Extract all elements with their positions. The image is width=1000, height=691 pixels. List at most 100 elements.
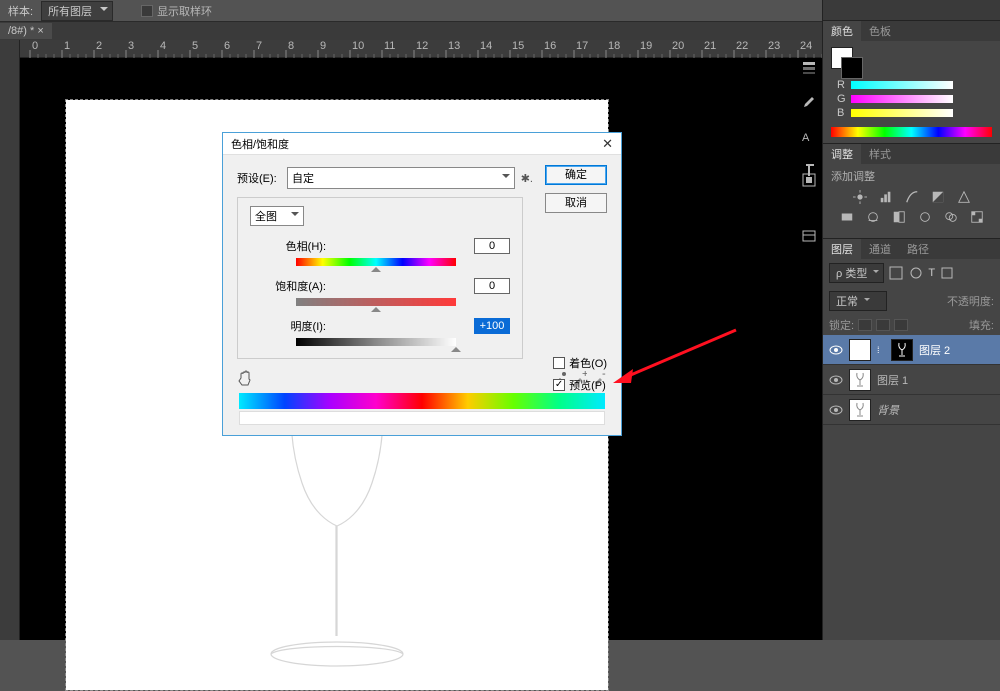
svg-text:13: 13 [448,40,460,52]
scrubby-hand-icon[interactable] [237,369,255,387]
curves-icon[interactable] [904,190,920,204]
tab-layers[interactable]: 图层 [823,239,861,259]
tab-swatches[interactable]: 色板 [861,21,899,41]
spectrum-out [239,411,605,425]
brush-icon[interactable] [801,94,817,110]
lightness-slider[interactable] [296,338,456,346]
adjustments-panel: 调整 样式 添加调整 [823,143,1000,238]
annotation-arrow [611,325,741,385]
visibility-icon[interactable] [829,403,843,417]
color-ramp[interactable] [831,127,992,137]
blend-mode-dropdown[interactable]: 正常 [829,291,887,311]
fg-bg-swatch[interactable] [831,47,863,79]
tab-channels[interactable]: 通道 [861,239,899,259]
layer-name: 图层 2 [919,342,950,358]
info-icon[interactable] [801,228,817,244]
preview-checkbox[interactable]: ✓ [553,379,565,391]
svg-text:16: 16 [544,40,556,52]
svg-text:23: 23 [768,40,780,52]
show-sample-ring-checkbox[interactable] [141,5,153,17]
collapsed-dock-mid-a [796,172,822,188]
ruler-vertical [0,40,20,640]
layer-row[interactable]: ⁞ 图层 2 [823,335,1000,365]
photo-filter-icon[interactable] [917,210,933,224]
type-icon[interactable]: A [801,128,817,144]
document-tab[interactable]: /8#) * × [0,23,52,39]
layer-row[interactable]: 图层 1 [823,365,1000,395]
filter-shape-icon[interactable] [939,266,955,280]
tab-adjustments[interactable]: 调整 [823,144,861,164]
gear-icon[interactable]: ✱. [521,172,533,185]
b-slider[interactable] [851,109,953,117]
svg-text:14: 14 [480,40,492,52]
ruler-horizontal: 0123456789101112131415161718192021222324 [20,40,822,58]
lock-all-icon[interactable] [894,319,908,331]
sample-label: 样本: [8,3,33,19]
svg-text:0: 0 [32,40,38,52]
lookup-icon[interactable] [969,210,985,224]
channel-mixer-icon[interactable] [943,210,959,224]
filter-image-icon[interactable] [888,266,904,280]
cancel-button[interactable]: 取消 [545,193,607,213]
levels-icon[interactable] [878,190,894,204]
vibrance-icon[interactable] [956,190,972,204]
saturation-slider[interactable] [296,298,456,306]
r-slider[interactable] [851,81,953,89]
collapsed-dock-mid-b [796,228,822,244]
svg-text:5: 5 [192,40,198,52]
mask-link-icon[interactable]: ⁞ [877,345,885,355]
adj-title: 添加调整 [831,168,992,184]
saturation-label: 饱和度(A): [250,278,336,294]
layer-filter-dropdown[interactable]: ρ 类型 [829,263,884,283]
preset-dropdown[interactable]: 自定 [287,167,515,189]
hue-slider[interactable] [296,258,456,266]
svg-text:4: 4 [160,40,166,52]
svg-text:19: 19 [640,40,652,52]
hue-label: 色相(H): [250,238,336,254]
visibility-icon[interactable] [829,373,843,387]
exposure-icon[interactable] [930,190,946,204]
brightness-icon[interactable] [852,190,868,204]
color-balance-icon[interactable] [865,210,881,224]
colorize-checkbox[interactable] [553,357,565,369]
tab-paths[interactable]: 路径 [899,239,937,259]
visibility-icon[interactable] [829,343,843,357]
tab-styles[interactable]: 样式 [861,144,899,164]
layer-row[interactable]: 背景 [823,395,1000,425]
saturation-input[interactable] [474,278,510,294]
lightness-input[interactable]: +100 [474,318,510,334]
lock-pixels-icon[interactable] [858,319,872,331]
hue-input[interactable] [474,238,510,254]
bw-icon[interactable] [891,210,907,224]
preview-label: 预览(P) [569,377,606,393]
tab-color[interactable]: 颜色 [823,21,861,41]
sample-layers-dropdown[interactable]: 所有图层 [41,1,113,21]
channel-dropdown[interactable]: 全图 [250,206,304,226]
properties-icon[interactable] [801,172,817,188]
svg-text:10: 10 [352,40,364,52]
hue-saturation-dialog: 色相/饱和度 ✕ 确定 取消 预设(E): 自定 ✱. 全图 色相(H): 饱和… [222,132,622,436]
lock-position-icon[interactable] [876,319,890,331]
g-slider[interactable] [851,95,953,103]
svg-text:20: 20 [672,40,684,52]
colorize-label: 着色(O) [569,355,607,371]
close-icon[interactable]: ✕ [602,136,613,152]
dialog-titlebar[interactable]: 色相/饱和度 ✕ [223,133,621,155]
svg-text:22: 22 [736,40,748,52]
dialog-title: 色相/饱和度 [231,136,289,152]
history-icon[interactable] [801,60,817,76]
svg-text:18: 18 [608,40,620,52]
svg-text:17: 17 [576,40,588,52]
color-panel: 颜色 色板 R G B [823,20,1000,143]
layers-panel: 图层 通道 路径 ρ 类型 T 正常 不透明度: 锁定: 填充: ⁞ [823,238,1000,425]
layer-thumb [849,339,871,361]
hue-sat-icon[interactable] [839,210,855,224]
layer-thumb [849,399,871,421]
svg-text:21: 21 [704,40,716,52]
ok-button[interactable]: 确定 [545,165,607,185]
filter-adj-icon[interactable] [908,266,924,280]
spectrum-in [239,393,605,409]
layer-name: 图层 1 [877,372,908,388]
svg-text:3: 3 [128,40,134,52]
preset-label: 预设(E): [237,170,287,186]
